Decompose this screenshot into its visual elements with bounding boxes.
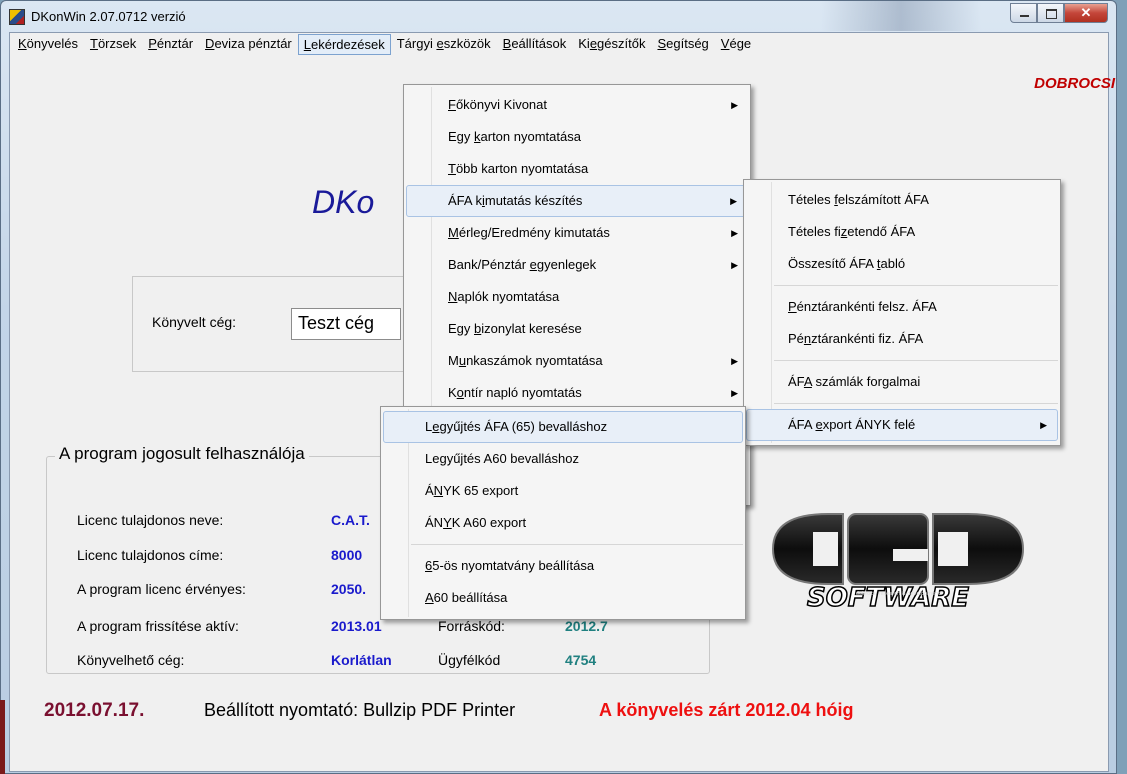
app-icon[interactable] xyxy=(9,9,25,25)
menu-item-legyujtes-a60[interactable]: Legyűjtés A60 bevalláshoz xyxy=(381,443,745,475)
submenu-arrow-icon: ▶ xyxy=(731,260,738,270)
menu-vege[interactable]: Vége xyxy=(715,33,757,55)
menu-item-osszesito-tablo[interactable]: Összesítő ÁFA tabló xyxy=(744,248,1060,280)
menu-item-anyk65-export[interactable]: ÁNYK 65 export xyxy=(381,475,745,507)
menu-item-egy-karton[interactable]: Egy karton nyomtatása xyxy=(404,121,750,153)
menu-segitseg[interactable]: Segítség xyxy=(651,33,714,55)
menu-item-teteles-fizetendo[interactable]: Tételes fizetendő ÁFA xyxy=(744,216,1060,248)
menu-item-afa-export-anyk[interactable]: ÁFA export ÁNYK felé ▶ xyxy=(746,409,1058,441)
maximize-icon[interactable] xyxy=(1037,3,1064,23)
license-companies-value: Korlátlan xyxy=(331,652,392,668)
afa-submenu: Tételes felszámított ÁFA Tételes fizeten… xyxy=(743,179,1061,446)
license-valid-value: 2050. xyxy=(331,581,367,597)
company-select[interactable]: Teszt cég xyxy=(291,308,401,340)
menu-separator xyxy=(411,544,743,545)
menu-item-bizonylat-keresese[interactable]: Egy bizonylat keresése xyxy=(404,313,750,345)
window-edge-decoration xyxy=(0,700,5,774)
anyk-export-submenu: Legyűjtés ÁFA (65) bevalláshoz Legyűjtés… xyxy=(380,406,746,620)
license-name-value: C.A.T. xyxy=(331,512,370,528)
logo-text: SOFTWARE xyxy=(807,583,969,613)
title-glass-decoration xyxy=(821,1,981,31)
submenu-arrow-icon: ▶ xyxy=(1040,420,1047,430)
license-valid-label: A program licenc érvényes: xyxy=(77,581,246,597)
submenu-arrow-icon: ▶ xyxy=(731,356,738,366)
license-update-label: A program frissítése aktív: xyxy=(77,618,239,634)
menu-item-fokonyvi-kivonat[interactable]: Főkönyvi Kivonat ▶ xyxy=(404,89,750,121)
menu-item-afa-szamlak[interactable]: ÁFA számlák forgalmai xyxy=(744,366,1060,398)
menu-item-merleg-eredmeny[interactable]: Mérleg/Eredmény kimutatás ▶ xyxy=(404,217,750,249)
client-code-label: Ügyfélkód xyxy=(438,652,501,668)
closed-period-status: A könyvelés zárt 2012.04 hóig xyxy=(599,700,854,720)
brand-label: DOBROCSI xyxy=(1034,75,1115,92)
license-address-label: Licenc tulajdonos címe: xyxy=(77,547,224,563)
menu-separator xyxy=(774,403,1058,404)
window-title: DKonWin 2.07.0712 verzió xyxy=(31,9,186,24)
menu-item-65-nyomtatvany-beallitasa[interactable]: 65-ös nyomtatvány beállítása xyxy=(381,550,745,582)
license-update-value: 2013.01 xyxy=(331,618,382,634)
drd-software-logo: SOFTWARE dobrocsi research & development xyxy=(768,494,1028,624)
submenu-arrow-icon: ▶ xyxy=(731,228,738,238)
menu-item-kontir-naplo[interactable]: Kontír napló nyomtatás ▶ xyxy=(404,377,750,409)
menu-beallitasok[interactable]: Beállítások xyxy=(497,33,573,55)
menu-deviza-penztar[interactable]: Deviza pénztár xyxy=(199,33,298,55)
menu-item-munkaszamok[interactable]: Munkaszámok nyomtatása ▶ xyxy=(404,345,750,377)
client-code-value: 4754 xyxy=(565,652,597,668)
menu-item-legyujtes-afa65[interactable]: Legyűjtés ÁFA (65) bevalláshoz xyxy=(383,411,743,443)
menu-item-teteles-felszamitott[interactable]: Tételes felszámított ÁFA xyxy=(744,184,1060,216)
menu-item-a60-beallitasa[interactable]: A60 beállítása xyxy=(381,582,745,614)
minimize-icon[interactable] xyxy=(1010,3,1037,23)
menu-item-tobb-karton[interactable]: Több karton nyomtatása xyxy=(404,153,750,185)
menu-item-penztar-fiz[interactable]: Pénztárankénti fiz. ÁFA xyxy=(744,323,1060,355)
menu-item-anyk-a60-export[interactable]: ÁNYK A60 export xyxy=(381,507,745,539)
license-companies-label: Könyvelhető cég: xyxy=(77,652,185,668)
source-code-label: Forráskód: xyxy=(438,618,505,634)
current-date: 2012.07.17. xyxy=(44,700,145,721)
menu-separator xyxy=(774,285,1058,286)
submenu-arrow-icon: ▶ xyxy=(730,196,737,206)
submenu-arrow-icon: ▶ xyxy=(731,388,738,398)
menu-bar: Könyvelés Törzsek Pénztár Deviza pénztár… xyxy=(10,33,1108,55)
menu-torzsek[interactable]: Törzsek xyxy=(84,33,142,55)
close-icon[interactable]: ✕ xyxy=(1064,3,1108,23)
license-name-label: Licenc tulajdonos neve: xyxy=(77,512,224,528)
menu-lekerdezesek[interactable]: Lekérdezések xyxy=(297,34,391,55)
company-label: Könyvelt cég: xyxy=(152,314,237,330)
menu-separator xyxy=(774,360,1058,361)
submenu-arrow-icon: ▶ xyxy=(731,100,738,110)
title-bar[interactable]: DKonWin 2.07.0712 verzió ✕ xyxy=(1,1,1116,33)
licensee-group-title: A program jogosult felhasználója xyxy=(55,444,309,464)
logo-tagline: dobrocsi research & development xyxy=(856,591,940,597)
menu-item-afa-kimutatas[interactable]: ÁFA kimutatás készítés ▶ xyxy=(406,185,748,217)
menu-targyi-eszkozok[interactable]: Tárgyi eszközök xyxy=(391,33,497,55)
app-big-title: DKo xyxy=(312,184,375,220)
license-address-value: 8000 xyxy=(331,547,363,563)
menu-item-bank-penztar[interactable]: Bank/Pénztár egyenlegek ▶ xyxy=(404,249,750,281)
menu-item-naplok[interactable]: Naplók nyomtatása xyxy=(404,281,750,313)
source-code-value: 2012.7 xyxy=(565,618,608,634)
printer-status: Beállított nyomtató: Bullzip PDF Printer xyxy=(204,700,516,720)
menu-kiegeszitok[interactable]: Kiegészítők xyxy=(572,33,651,55)
menu-item-penztar-felsz[interactable]: Pénztárankénti felsz. ÁFA xyxy=(744,291,1060,323)
menu-konyveles[interactable]: Könyvelés xyxy=(12,33,84,55)
menu-penztar[interactable]: Pénztár xyxy=(142,33,199,55)
